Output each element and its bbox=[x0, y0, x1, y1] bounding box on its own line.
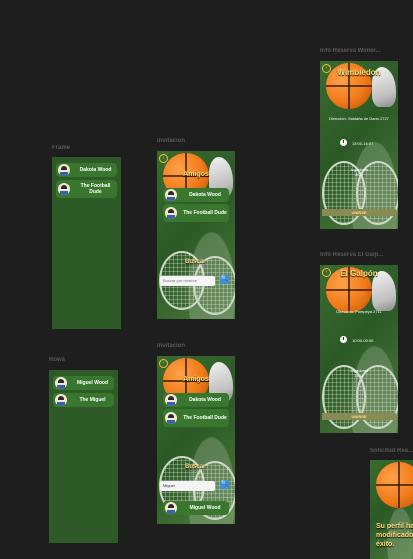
reserva-screen: ‹ El Galpón Dirección: Pompeya 2711 10:0… bbox=[320, 265, 398, 433]
venue-title: Wimbledon bbox=[337, 68, 381, 77]
invitacion-label: Invitacion bbox=[157, 343, 186, 349]
list-item[interactable]: The Football Dude bbox=[163, 204, 229, 222]
rows-label: Rows bbox=[49, 357, 66, 363]
list-item[interactable]: Dakota Wood bbox=[163, 393, 229, 407]
players-count: 2/20 bbox=[355, 172, 363, 177]
avatar bbox=[165, 412, 177, 424]
search-button[interactable]: 🔍 bbox=[220, 480, 229, 489]
page-title: Amigos bbox=[183, 376, 209, 383]
user-name: Dakota Wood bbox=[189, 397, 221, 403]
avatar bbox=[165, 189, 177, 201]
invitacion-screen: ‹ Amigos Dakota Wood The Football Dude B… bbox=[157, 356, 235, 524]
user-name: The Football Dude bbox=[183, 210, 227, 216]
list-item[interactable]: The Miguel bbox=[53, 393, 114, 407]
user-name: The Miguel bbox=[79, 397, 106, 403]
list-item[interactable]: The Football Dude bbox=[163, 409, 229, 427]
frame-panel: Dakota Wood The Football Dude bbox=[52, 157, 121, 329]
back-button[interactable]: ‹ bbox=[159, 359, 168, 368]
avatar bbox=[165, 394, 177, 406]
search-result-item[interactable]: Miguel Wood bbox=[163, 501, 229, 515]
join-button[interactable]: UNIRSE bbox=[322, 413, 396, 420]
reserva-label: Info Reserva Wimbl... bbox=[320, 48, 381, 54]
time-text: 10:00-00:00 bbox=[352, 338, 374, 343]
page-title: Amigos bbox=[183, 171, 209, 178]
search-input[interactable] bbox=[160, 276, 215, 286]
back-button[interactable]: ‹ bbox=[159, 154, 168, 163]
clock-icon bbox=[340, 336, 347, 343]
search-icon: 🔍 bbox=[220, 276, 229, 282]
players-count: 11/12 bbox=[354, 373, 364, 378]
avatar bbox=[165, 207, 177, 219]
user-name: Miguel Wood bbox=[76, 380, 108, 386]
address-text: Dirección: Pompeya 2711 bbox=[336, 309, 382, 314]
avatar bbox=[55, 394, 67, 406]
reserva-label: Info Reserva El Galp... bbox=[320, 252, 384, 258]
user-name: The Football Dude bbox=[80, 183, 111, 195]
list-item[interactable]: Miguel Wood bbox=[53, 376, 114, 390]
search-title: Buscar bbox=[185, 464, 206, 470]
search-icon: 🔍 bbox=[220, 481, 229, 487]
search-title: Buscar bbox=[185, 259, 206, 265]
solicitud-screen: Su perfil ha sido modificado con éxito. bbox=[370, 460, 413, 559]
avatar bbox=[58, 183, 70, 195]
solicitud-label: Solicitud Rea... bbox=[370, 448, 413, 454]
list-item[interactable]: The Football Dude bbox=[56, 180, 117, 198]
user-name: Dakota Wood bbox=[189, 192, 221, 198]
avatar bbox=[55, 377, 67, 389]
search-button[interactable]: 🔍 bbox=[220, 275, 229, 284]
frame-label: Frame bbox=[52, 145, 71, 151]
avatar bbox=[165, 502, 177, 514]
rows-panel: Miguel Wood The Miguel bbox=[49, 370, 118, 543]
list-item[interactable]: Dakota Wood bbox=[163, 188, 229, 202]
list-item[interactable]: Dakota Wood bbox=[56, 163, 117, 177]
time-text: 15:00-16:07 bbox=[352, 141, 374, 146]
reserva-screen: ‹ Wimbledon Dirección: Saldaña de Dario … bbox=[320, 61, 398, 229]
success-message: Su perfil ha sido modificado con éxito. bbox=[376, 523, 413, 548]
venue-title: El Galpón bbox=[340, 269, 378, 278]
join-button[interactable]: UNIRSE bbox=[322, 209, 396, 216]
user-name: Miguel Wood bbox=[189, 505, 221, 511]
invitacion-screen: ‹ Amigos Dakota Wood The Football Dude B… bbox=[157, 151, 235, 319]
user-name: The Football Dude bbox=[183, 415, 227, 421]
user-name: Dakota Wood bbox=[79, 167, 112, 173]
address-text: Dirección: Saldaña de Dario 2727 bbox=[329, 116, 389, 121]
search-input[interactable] bbox=[160, 481, 215, 491]
avatar bbox=[58, 164, 70, 176]
clock-icon bbox=[340, 139, 347, 146]
invitacion-label: Invitacion bbox=[157, 138, 186, 144]
